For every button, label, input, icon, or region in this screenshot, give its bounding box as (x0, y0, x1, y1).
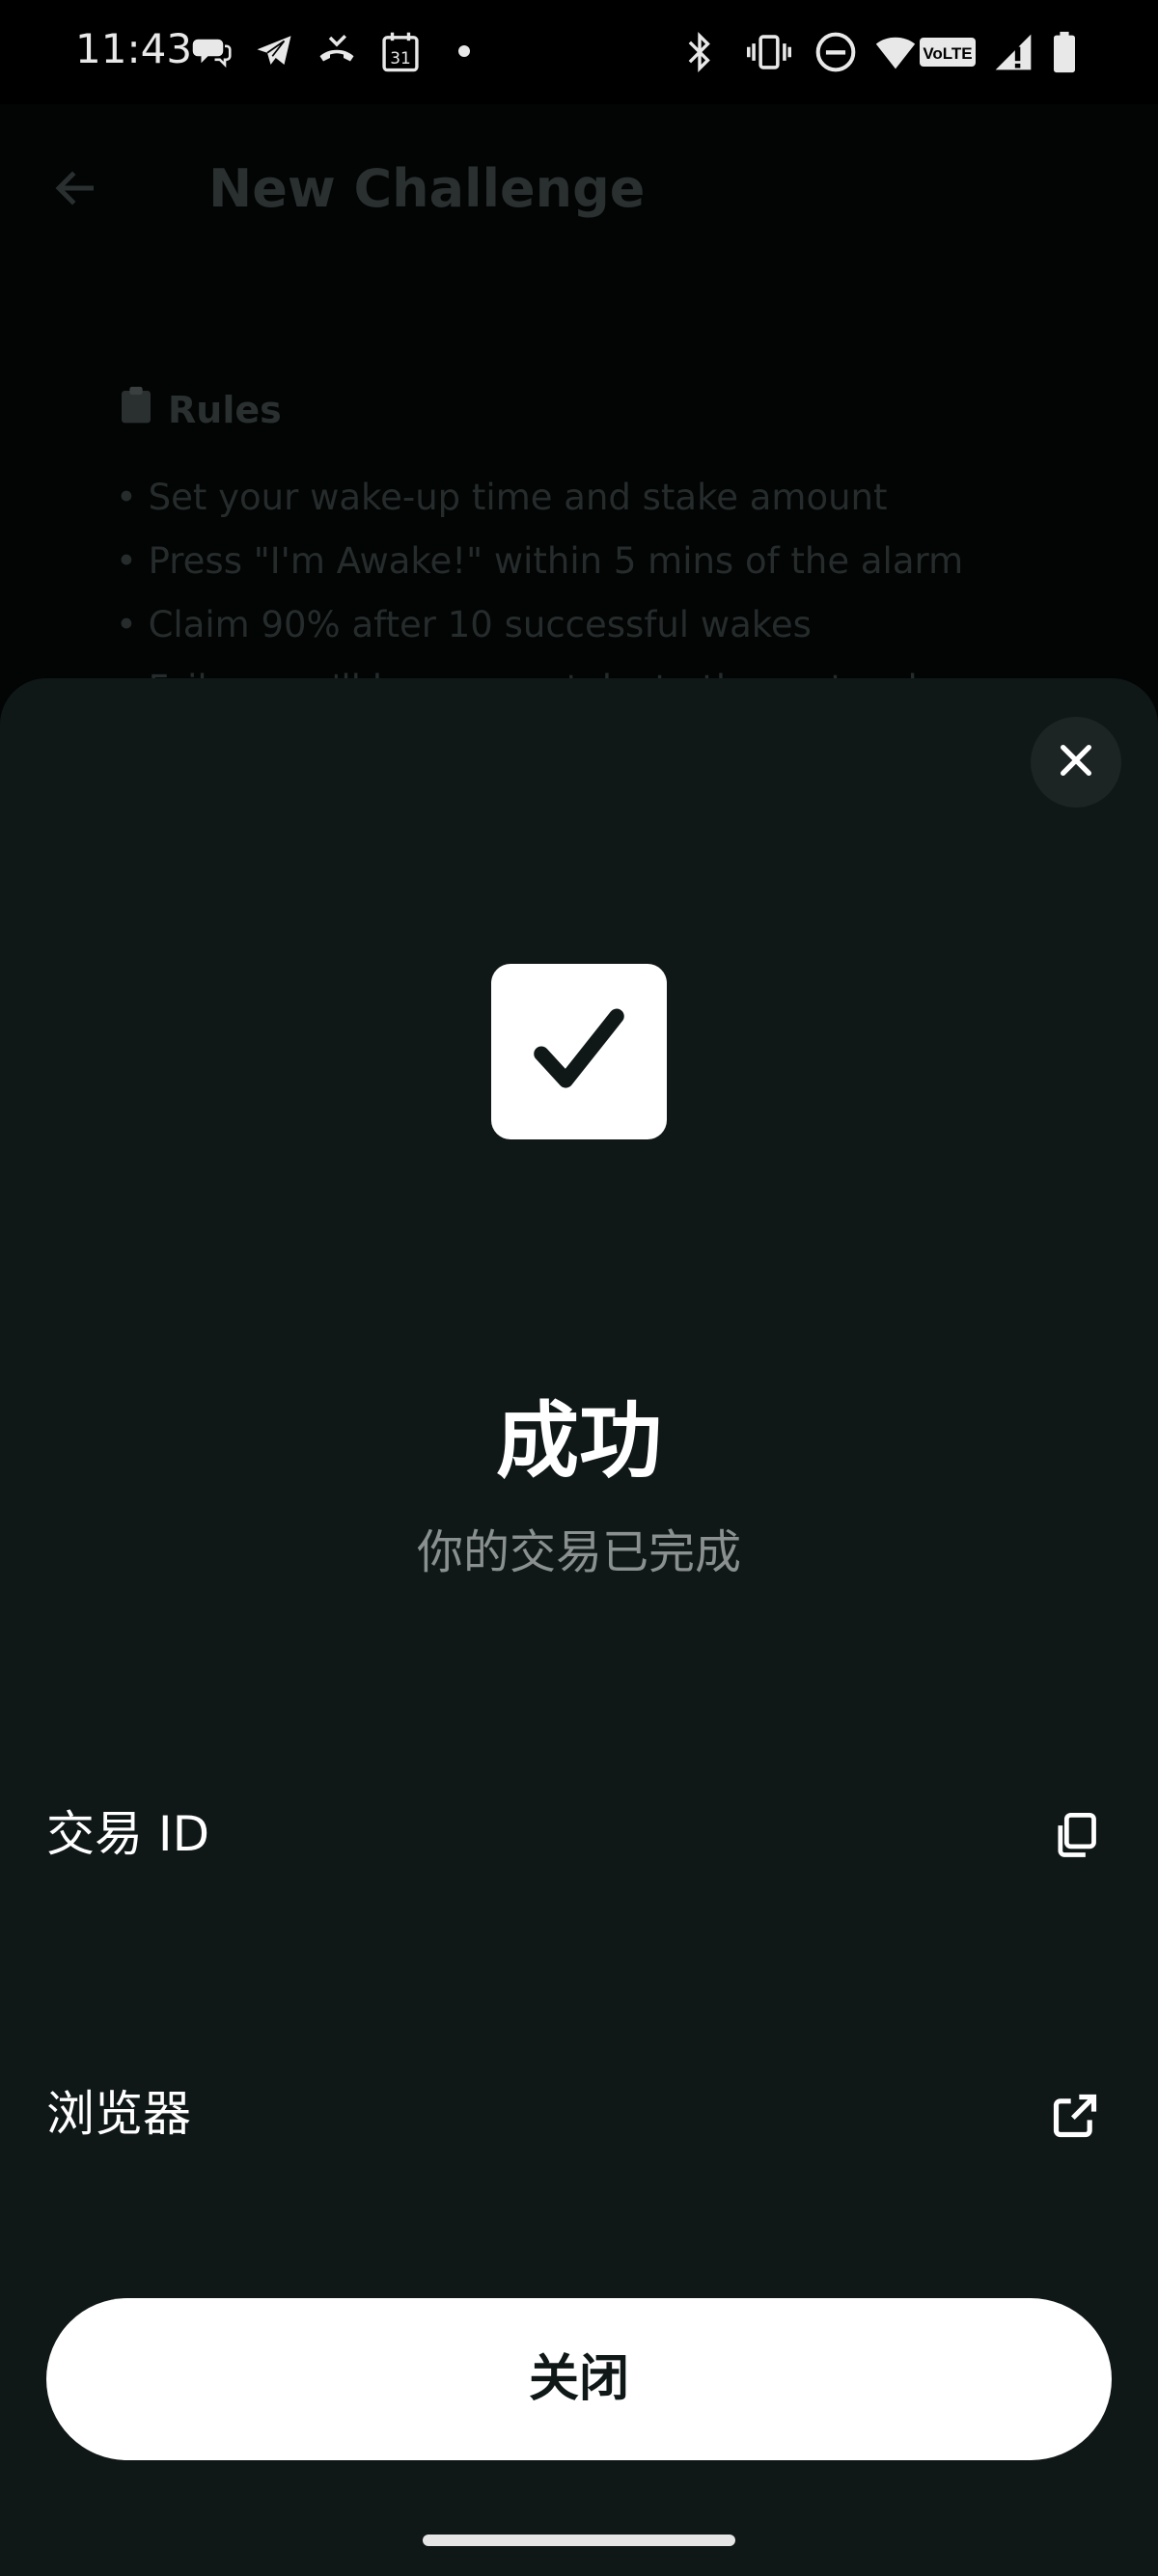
vibrate-icon (747, 31, 791, 73)
svg-text:31: 31 (390, 48, 411, 68)
copy-icon[interactable] (1050, 1811, 1100, 1865)
telegram-icon (253, 31, 295, 73)
explorer-label: 浏览器 (46, 2086, 191, 2142)
success-title: 成功 (496, 1393, 662, 1490)
rule-item: Press "I'm Awake!" within 5 mins of the … (116, 530, 964, 593)
home-indicator[interactable] (423, 2535, 735, 2546)
clipboard-icon (120, 386, 152, 433)
page-title: New Challenge (208, 158, 646, 219)
screen: 11:43 31 VoLTE New Challenge Rules • Set… (0, 0, 1158, 2576)
transaction-id-row[interactable]: 交易 ID (0, 1767, 1158, 1902)
external-link-icon[interactable] (1050, 2091, 1100, 2145)
success-checkbox-icon (491, 964, 667, 1139)
dot-icon (457, 44, 471, 87)
back-arrow-icon[interactable] (50, 162, 102, 218)
rules-heading: Rules (120, 386, 282, 433)
success-subtitle: 你的交易已完成 (416, 1525, 741, 1579)
battery-icon (1052, 31, 1077, 73)
signal-icon (992, 31, 1034, 73)
rule-item: Claim 90% after 10 successful wakes (116, 593, 963, 657)
calendar-icon: 31 (380, 31, 421, 73)
success-sheet: 成功 你的交易已完成 交易 ID 浏览器 关闭 (0, 678, 1158, 2576)
missed-call-icon (315, 31, 359, 73)
explorer-row[interactable]: 浏览器 (0, 2046, 1158, 2181)
bluetooth-icon (683, 31, 716, 73)
wifi-icon (874, 31, 917, 73)
close-icon (1057, 741, 1095, 783)
chat-bubble-icon (191, 31, 232, 73)
rule-item: Set your wake-up time and stake amount (116, 466, 963, 530)
status-bar: 11:43 31 VoLTE (0, 0, 1158, 104)
close-button[interactable]: 关闭 (46, 2298, 1112, 2460)
do-not-disturb-icon (814, 31, 857, 73)
svg-text:VoLTE: VoLTE (923, 44, 972, 63)
close-sheet-button[interactable] (1031, 717, 1121, 808)
transaction-id-label: 交易 ID (46, 1806, 210, 1862)
status-time: 11:43 (75, 25, 193, 72)
rules-heading-label: Rules (168, 388, 282, 431)
volte-icon: VoLTE (919, 35, 977, 77)
